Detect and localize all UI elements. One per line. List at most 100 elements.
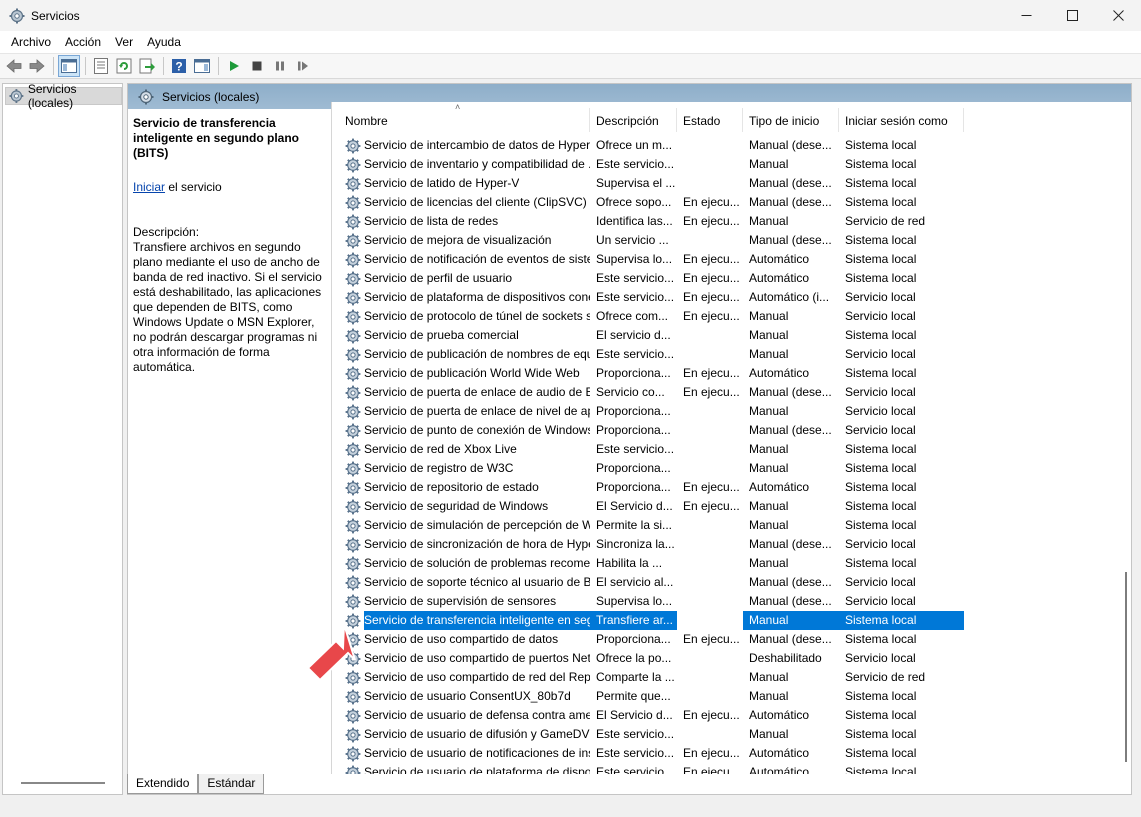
service-row[interactable]: Servicio de usuario de defensa contra am… [332, 706, 1117, 725]
service-name-cell: Servicio de uso compartido de puertos Ne… [332, 649, 590, 668]
scrollbar-thumb[interactable] [1125, 572, 1127, 762]
service-gear-icon [345, 461, 361, 476]
service-row[interactable]: Servicio de notificación de eventos de s… [332, 250, 1117, 269]
service-gear-icon [345, 575, 361, 590]
service-description: Identifica las... [596, 214, 673, 228]
service-description: Permite la si... [596, 518, 673, 532]
service-row[interactable]: Servicio de repositorio de estado Proporc… [332, 478, 1117, 497]
service-row[interactable]: Servicio de perfil de usuario Este servic… [332, 269, 1117, 288]
service-gear-icon [345, 594, 361, 609]
column-header-tipo-inicio[interactable]: Tipo de inicio [743, 108, 839, 132]
stop-service-button[interactable] [246, 55, 268, 77]
service-gear-icon [345, 423, 361, 438]
service-name-cell: Servicio de registro de W3C [332, 459, 590, 478]
menu-ver[interactable]: Ver [108, 31, 140, 53]
service-name-cell: Servicio de supervisión de sensores [332, 592, 590, 611]
close-button[interactable] [1095, 0, 1141, 31]
service-status: En ejecu... [683, 765, 740, 774]
service-row[interactable]: Servicio de usuario ConsentUX_80b7d Permi… [332, 687, 1117, 706]
service-gear-icon [345, 765, 361, 774]
arrow-left-icon [6, 59, 22, 73]
service-logon-as: Sistema local [845, 157, 917, 171]
menu-archivo[interactable]: Archivo [4, 31, 58, 53]
export-list-button[interactable] [136, 55, 158, 77]
service-name-cell: Servicio de protocolo de túnel de socket… [332, 307, 590, 326]
tab-extendido[interactable]: Extendido [127, 774, 199, 794]
service-row[interactable]: Servicio de solución de problemas recome… [332, 554, 1117, 573]
main-header-title: Servicios (locales) [162, 89, 260, 104]
column-header-descripcion[interactable]: Descripción [590, 108, 677, 132]
service-name: Servicio de plataforma de dispositivos c… [364, 290, 590, 304]
close-icon [1112, 10, 1124, 21]
show-action-pane-button[interactable] [191, 55, 213, 77]
service-row[interactable]: Servicio de plataforma de dispositivos c… [332, 288, 1117, 307]
service-name: Servicio de sincronización de hora de Hy… [364, 537, 590, 551]
service-row[interactable]: Servicio de usuario de plataforma de dis… [332, 763, 1117, 774]
service-row[interactable]: Servicio de transferencia inteligente en… [332, 611, 1117, 630]
service-name-cell: Servicio de simulación de percepción de … [332, 516, 590, 535]
service-row[interactable]: Servicio de inventario y compatibilidad … [332, 155, 1117, 174]
service-row[interactable]: Servicio de licencias del cliente (ClipS… [332, 193, 1117, 212]
service-row[interactable]: Servicio de usuario de difusión y GameDV… [332, 725, 1117, 744]
service-row[interactable]: Servicio de prueba comercial El servicio … [332, 326, 1117, 345]
service-row[interactable]: Servicio de simulación de percepción de … [332, 516, 1117, 535]
help-button[interactable]: ? [168, 55, 190, 77]
service-row[interactable]: Servicio de uso compartido de red del Re… [332, 668, 1117, 687]
service-row[interactable]: Servicio de punto de conexión de Windows… [332, 421, 1117, 440]
start-service-link[interactable]: Iniciar [133, 180, 165, 194]
properties-button[interactable] [90, 55, 112, 77]
tree-horizontal-scrollbar[interactable] [21, 782, 105, 784]
forward-button[interactable] [26, 55, 48, 77]
maximize-button[interactable] [1049, 0, 1095, 31]
tab-estandar[interactable]: Estándar [198, 774, 265, 794]
vertical-scrollbar[interactable] [1123, 144, 1129, 774]
service-description: Este servicio... [596, 727, 675, 741]
service-name-cell: Servicio de punto de conexión de Windows… [332, 421, 590, 440]
service-row[interactable]: Servicio de sincronización de hora de Hy… [332, 535, 1117, 554]
service-startup-type: Automático [749, 366, 810, 380]
column-header-nombre[interactable]: Nombre ˄ [332, 102, 590, 132]
service-name-cell: Servicio de uso compartido de red del Re… [332, 668, 590, 687]
menu-accion[interactable]: Acción [58, 31, 108, 53]
refresh-button[interactable] [113, 55, 135, 77]
service-startup-type: Manual (dese... [749, 138, 832, 152]
service-startup-type: Manual [749, 499, 789, 513]
service-startup-type: Manual [749, 328, 789, 342]
column-header-iniciar-sesion[interactable]: Iniciar sesión como [839, 108, 964, 132]
restart-service-button[interactable] [292, 55, 314, 77]
service-name-cell: Servicio de prueba comercial [332, 326, 590, 345]
minimize-button[interactable] [1003, 0, 1049, 31]
service-row[interactable]: Servicio de lista de redes Identifica las… [332, 212, 1117, 231]
service-row[interactable]: Servicio de latido de Hyper-V Supervisa e… [332, 174, 1117, 193]
service-row[interactable]: Servicio de puerta de enlace de audio de… [332, 383, 1117, 402]
service-status: En ejecu... [683, 385, 740, 399]
back-button[interactable] [3, 55, 25, 77]
service-row[interactable]: Servicio de intercambio de datos de Hype… [332, 136, 1117, 155]
start-service-button[interactable] [223, 55, 245, 77]
pause-service-button[interactable] [269, 55, 291, 77]
service-name: Servicio de notificación de eventos de s… [364, 252, 590, 266]
services-rows: Servicio de intercambio de datos de Hype… [332, 136, 1117, 774]
tree-item-services-local[interactable]: Servicios (locales) [5, 82, 122, 110]
service-row[interactable]: Servicio de red de Xbox Live Este servici… [332, 440, 1117, 459]
menu-ayuda[interactable]: Ayuda [140, 31, 188, 53]
service-name: Servicio de soporte técnico al usuario d… [364, 575, 590, 589]
service-row[interactable]: Servicio de uso compartido de puertos Ne… [332, 649, 1117, 668]
service-logon-as: Servicio de red [845, 214, 926, 228]
service-name: Servicio de prueba comercial [364, 328, 519, 342]
show-tree-button[interactable] [58, 55, 80, 77]
service-row[interactable]: Servicio de seguridad de Windows El Servi… [332, 497, 1117, 516]
service-startup-type: Manual [749, 727, 789, 741]
service-row[interactable]: Servicio de usuario de notificaciones de… [332, 744, 1117, 763]
service-row[interactable]: Servicio de uso compartido de datos Propo… [332, 630, 1117, 649]
service-row[interactable]: Servicio de publicación de nombres de eq… [332, 345, 1117, 364]
service-row[interactable]: Servicio de soporte técnico al usuario d… [332, 573, 1117, 592]
service-row[interactable]: Servicio de protocolo de túnel de socket… [332, 307, 1117, 326]
service-row[interactable]: Servicio de mejora de visualización Un se… [332, 231, 1117, 250]
service-row[interactable]: Servicio de publicación World Wide Web Pr… [332, 364, 1117, 383]
service-name-cell: Servicio de plataforma de dispositivos c… [332, 288, 590, 307]
service-row[interactable]: Servicio de supervisión de sensores Super… [332, 592, 1117, 611]
service-row[interactable]: Servicio de registro de W3C Proporciona..… [332, 459, 1117, 478]
column-header-estado[interactable]: Estado [677, 108, 743, 132]
service-row[interactable]: Servicio de puerta de enlace de nivel de… [332, 402, 1117, 421]
